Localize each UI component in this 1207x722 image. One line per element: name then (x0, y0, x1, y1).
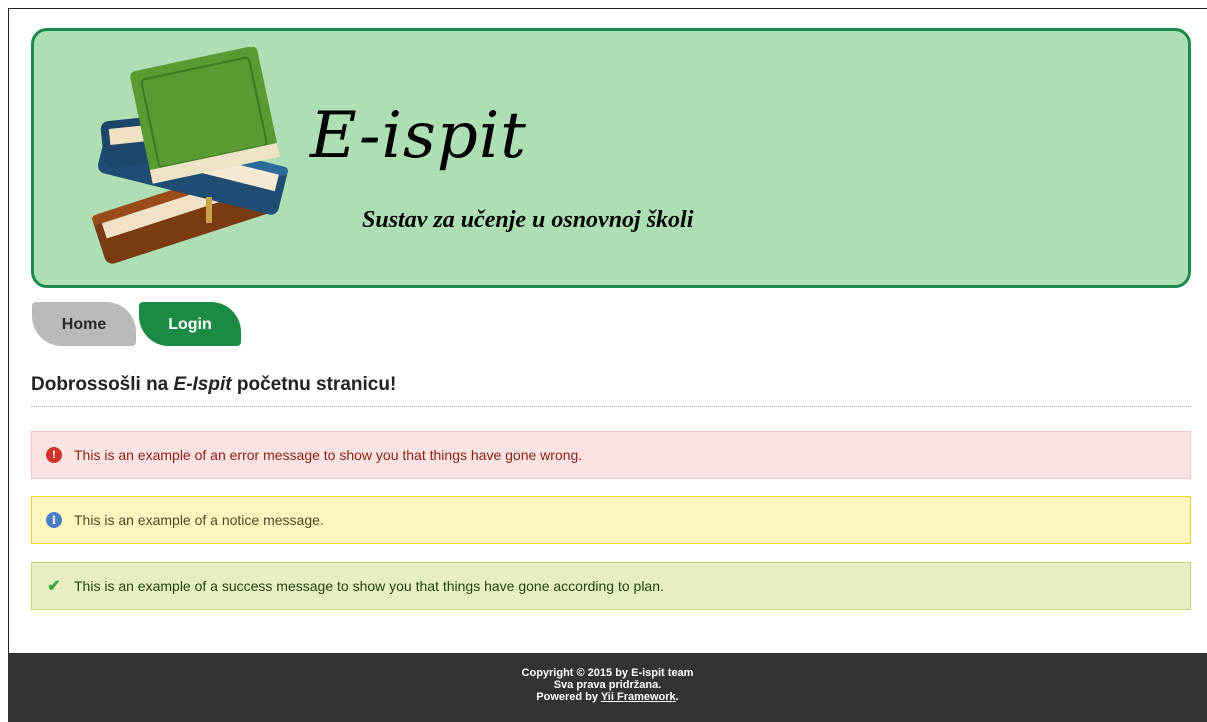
flash-notice: i This is an example of a notice message… (31, 496, 1191, 544)
site-subtitle: Sustav za učenje u osnovnoj školi (362, 207, 694, 233)
page-title-prefix: Dobrossošli na (31, 374, 174, 395)
flash-error-text: This is an example of an error message t… (74, 447, 583, 463)
page-title-suffix: početnu stranicu! (231, 374, 397, 395)
footer-powered-suffix: . (675, 691, 679, 703)
page-title-emphasis: E-Ispit (173, 374, 232, 395)
site-header: E-ispit Sustav za učenje u osnovnoj škol… (31, 28, 1191, 288)
yii-framework-link[interactable]: Yii Framework (601, 691, 676, 703)
books-icon (92, 47, 288, 264)
footer-powered: Powered by Yii Framework. (8, 691, 1207, 703)
nav-home-button[interactable]: Home (32, 302, 136, 346)
page-title: Dobrossošli na E-Ispit početnu stranicu! (31, 374, 1191, 407)
checkmark-icon: ✔ (47, 578, 61, 595)
flash-error: ! This is an example of an error message… (31, 431, 1191, 479)
site-title: E-ispit (310, 99, 527, 173)
nav-login-button[interactable]: Login (139, 302, 241, 346)
flash-success: ✔ This is an example of a success messag… (31, 562, 1191, 610)
info-icon: i (46, 512, 62, 528)
error-icon: ! (46, 447, 62, 463)
flash-success-text: This is an example of a success message … (74, 578, 664, 594)
footer-powered-prefix: Powered by (536, 691, 601, 703)
footer-rights: Sva prava pridržana. (553, 679, 662, 691)
site-footer: Copyright © 2015 by E-ispit team Sva pra… (8, 653, 1207, 722)
footer-copyright: Copyright © 2015 by E-ispit team (521, 667, 694, 679)
flash-notice-text: This is an example of a notice message. (74, 512, 324, 528)
